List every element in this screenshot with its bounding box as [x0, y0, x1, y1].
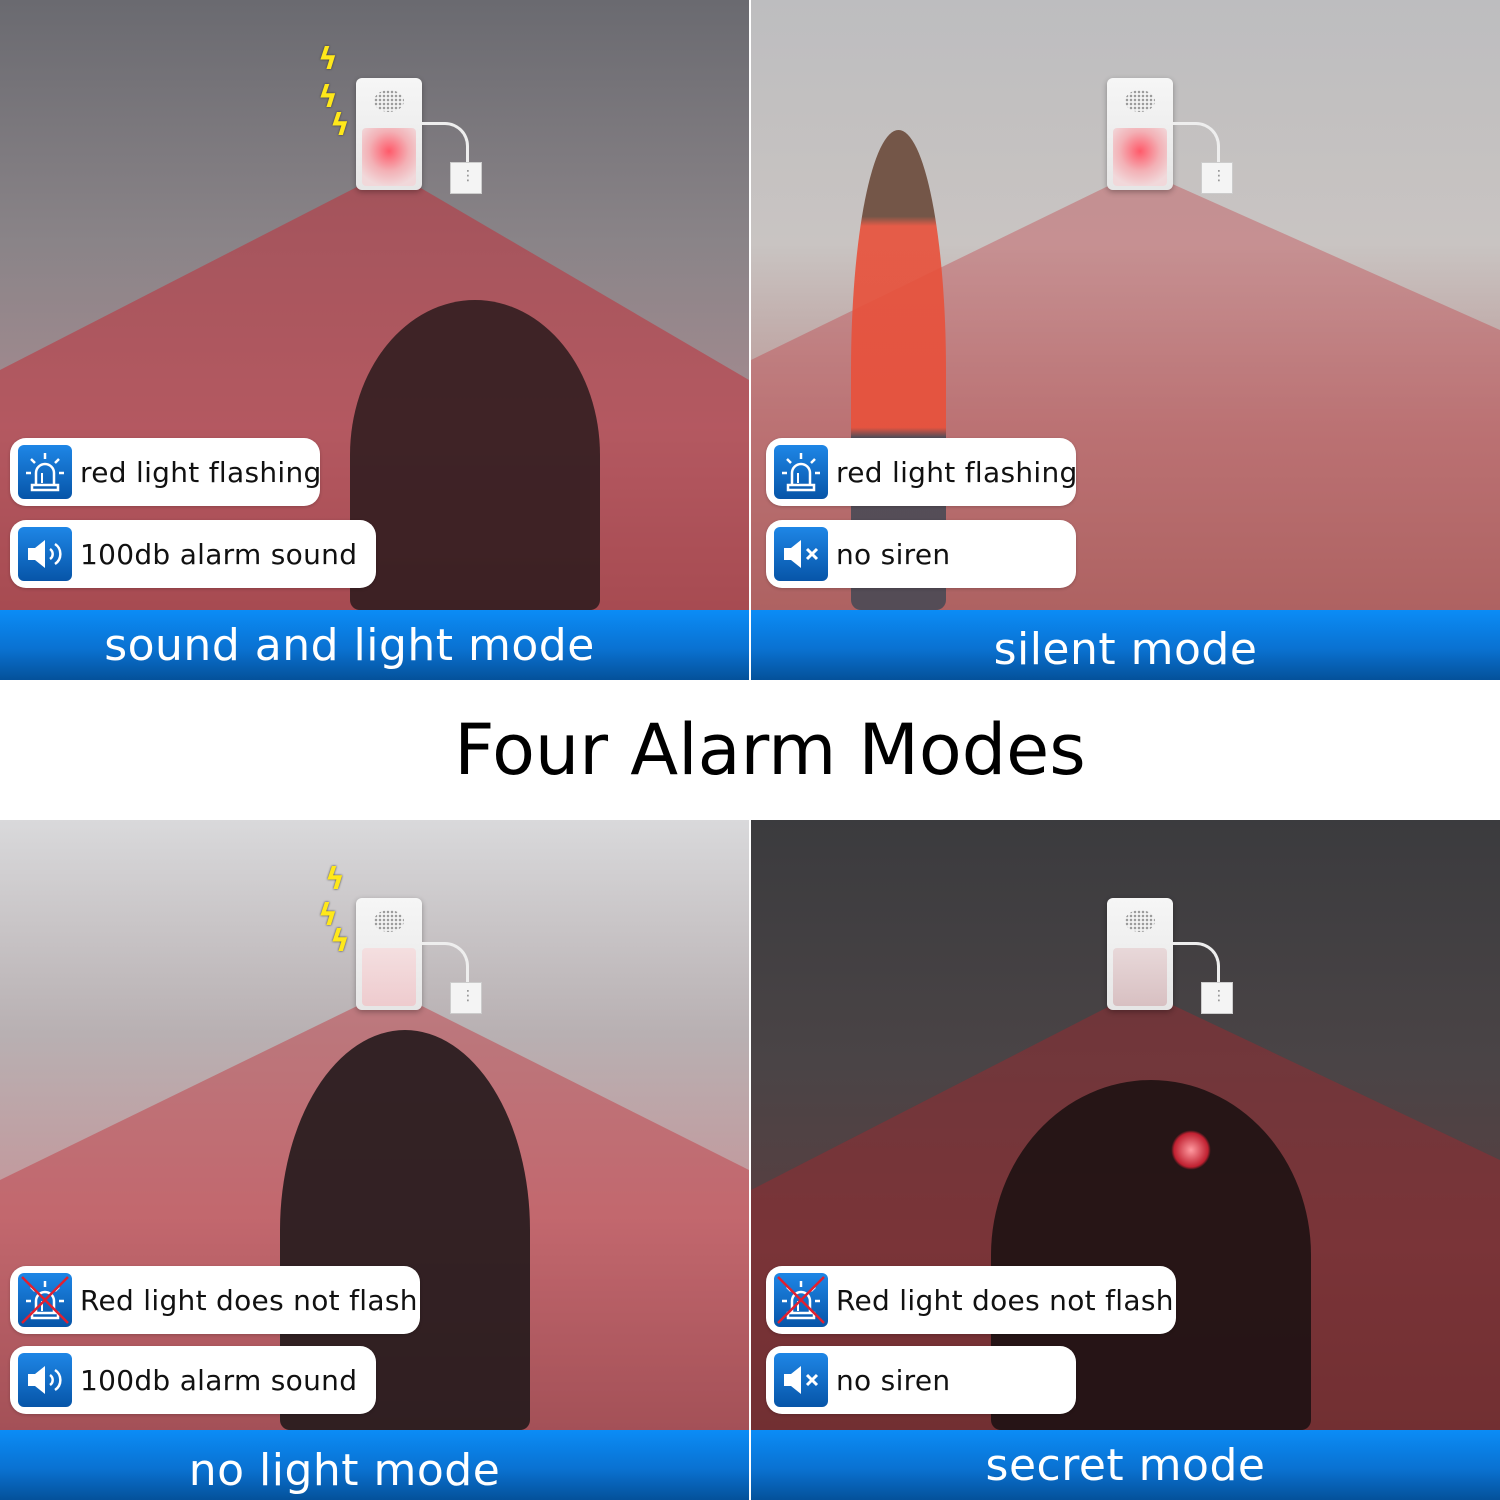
mode-name: no light mode	[188, 1444, 501, 1496]
panel-divider	[749, 820, 751, 1500]
mode-label-band: secret mode	[751, 1430, 1500, 1500]
sound-bolt-icon: ϟ	[330, 108, 350, 143]
power-outlet	[450, 162, 482, 194]
page-title-text: Four Alarm Modes	[454, 709, 1086, 791]
alarm-device	[1107, 898, 1220, 1010]
feature-badge: 100db alarm sound	[10, 1346, 376, 1414]
panel-divider	[749, 0, 751, 680]
feature-badge: Red light does not flash	[10, 1266, 420, 1334]
mode-name: sound and light mode	[104, 619, 595, 671]
feature-label: red light flashing	[836, 455, 1078, 489]
page-title: Four Alarm Modes	[0, 680, 1500, 820]
mode-name: silent mode	[993, 623, 1258, 675]
sound-bolt-icon: ϟ	[330, 924, 350, 959]
feature-label: 100db alarm sound	[80, 1363, 358, 1397]
feature-badge: red light flashing	[10, 438, 322, 506]
feature-label: no siren	[836, 1363, 951, 1397]
power-outlet	[1201, 982, 1233, 1014]
alarm-device	[356, 898, 469, 1010]
siren-light-crossed-icon	[774, 1273, 828, 1327]
mode-panel-silent: red light flashing no siren silent mode	[751, 0, 1500, 680]
feature-label: Red light does not flash	[836, 1283, 1174, 1317]
mode-label-band: no light mode	[0, 1430, 749, 1500]
siren-light-icon	[774, 445, 828, 499]
feature-badge: no siren	[766, 520, 1076, 588]
feature-badge: 100db alarm sound	[10, 520, 376, 588]
feature-label: no siren	[836, 537, 951, 571]
speaker-sound-icon	[18, 1353, 72, 1407]
sound-bolt-icon: ϟ	[325, 862, 345, 897]
speaker-sound-icon	[18, 527, 72, 581]
feature-label: red light flashing	[80, 455, 322, 489]
siren-light-crossed-icon	[18, 1273, 72, 1327]
feature-label: 100db alarm sound	[80, 537, 358, 571]
feature-badge: no siren	[766, 1346, 1076, 1414]
alarm-device	[356, 78, 469, 190]
mode-panel-sound-and-light: ϟ ϟ ϟ red light flashing 100db alarm sou…	[0, 0, 749, 680]
feature-badge: red light flashing	[766, 438, 1078, 506]
power-outlet	[1201, 162, 1233, 194]
feature-label: Red light does not flash	[80, 1283, 418, 1317]
mode-panel-secret: Red light does not flash no siren secret…	[751, 820, 1500, 1500]
flashlight-glow	[1171, 1130, 1211, 1170]
burglar-figure	[350, 300, 600, 610]
feature-badge: Red light does not flash	[766, 1266, 1176, 1334]
mode-name: secret mode	[985, 1439, 1266, 1491]
alarm-device	[1107, 78, 1220, 190]
sound-bolt-icon: ϟ	[318, 42, 338, 77]
power-outlet	[450, 982, 482, 1014]
mode-label-band: sound and light mode	[0, 610, 749, 680]
mode-label-band: silent mode	[751, 610, 1500, 680]
speaker-mute-icon	[774, 1353, 828, 1407]
mode-panel-no-light: ϟ ϟ ϟ Red light does not flash 100db ala…	[0, 820, 749, 1500]
siren-light-icon	[18, 445, 72, 499]
speaker-mute-icon	[774, 527, 828, 581]
